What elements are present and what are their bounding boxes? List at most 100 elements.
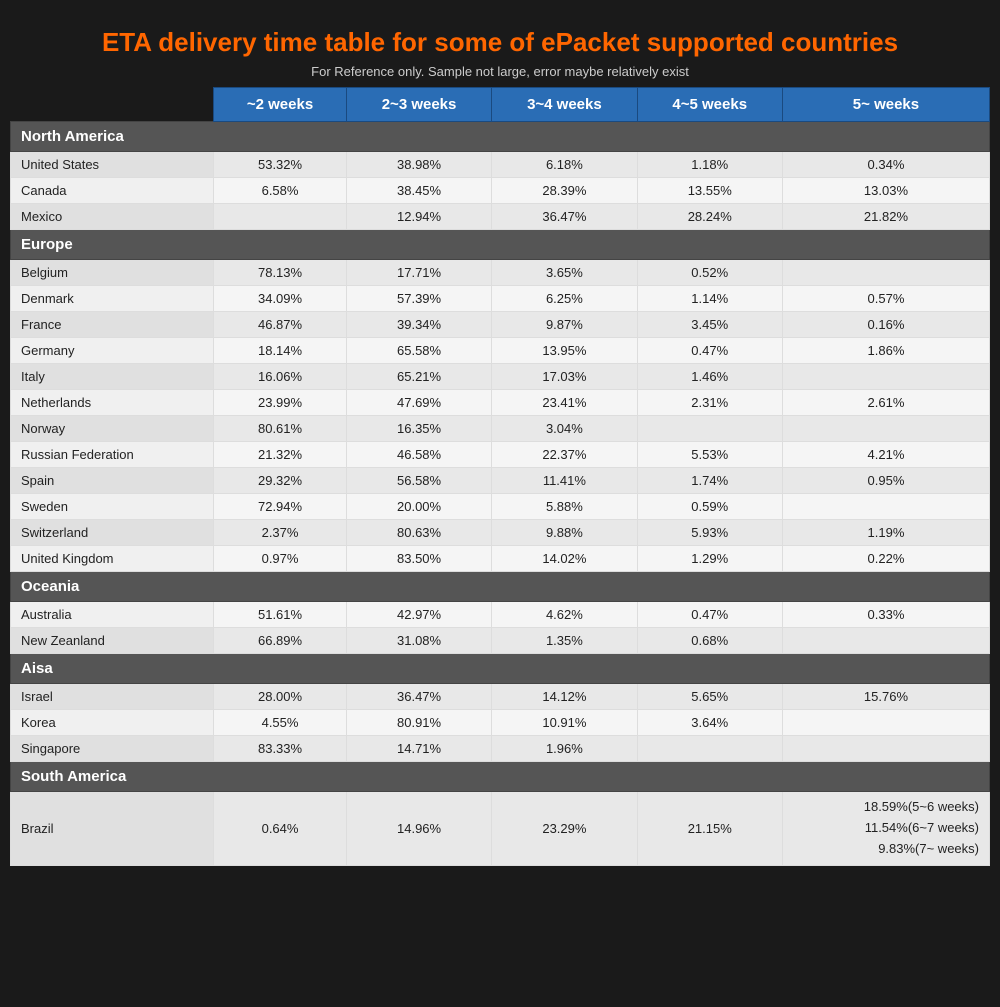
data-cell: 0.47% [637, 602, 782, 628]
data-cell: 80.91% [346, 710, 491, 736]
data-cell: 3.65% [492, 260, 637, 286]
country-cell: Norway [11, 416, 214, 442]
data-cell: 83.50% [346, 546, 491, 572]
data-cell: 2.31% [637, 390, 782, 416]
data-cell: 14.71% [346, 736, 491, 762]
data-cell: 18.14% [214, 338, 347, 364]
data-cell: 0.64% [214, 792, 347, 865]
data-cell: 0.34% [782, 152, 989, 178]
country-cell: Mexico [11, 204, 214, 230]
data-cell: 47.69% [346, 390, 491, 416]
table-row: Canada6.58%38.45%28.39%13.55%13.03% [11, 178, 990, 204]
table-row: Italy16.06%65.21%17.03%1.46% [11, 364, 990, 390]
country-cell: Germany [11, 338, 214, 364]
data-cell [782, 710, 989, 736]
data-cell: 6.58% [214, 178, 347, 204]
data-cell: 5.65% [637, 684, 782, 710]
country-cell: Italy [11, 364, 214, 390]
table-row: United Kingdom0.97%83.50%14.02%1.29%0.22… [11, 546, 990, 572]
data-cell [637, 416, 782, 442]
country-cell: United Kingdom [11, 546, 214, 572]
data-cell: 78.13% [214, 260, 347, 286]
data-cell: 4.55% [214, 710, 347, 736]
col-5weeks: 5~ weeks [782, 88, 989, 122]
data-cell: 13.55% [637, 178, 782, 204]
table-row: Brazil0.64%14.96%23.29%21.15%18.59%(5~6 … [11, 792, 990, 865]
data-cell: 1.18% [637, 152, 782, 178]
table-row: Sweden72.94%20.00%5.88%0.59% [11, 494, 990, 520]
table-row: Spain29.32%56.58%11.41%1.74%0.95% [11, 468, 990, 494]
header: ETA delivery time table for some of ePac… [10, 11, 990, 87]
data-cell: 0.22% [782, 546, 989, 572]
main-title: ETA delivery time table for some of ePac… [20, 26, 980, 60]
data-cell: 12.94% [346, 204, 491, 230]
main-container: H&JOY ETA delivery time table for some o… [10, 11, 990, 865]
data-cell: 0.16% [782, 312, 989, 338]
country-cell: United States [11, 152, 214, 178]
data-cell: 28.39% [492, 178, 637, 204]
table-row: United States53.32%38.98%6.18%1.18%0.34% [11, 152, 990, 178]
region-row: Oceania [11, 572, 990, 602]
data-cell: 1.35% [492, 628, 637, 654]
data-cell: 1.19% [782, 520, 989, 546]
country-cell: Singapore [11, 736, 214, 762]
data-cell [214, 204, 347, 230]
country-cell: Denmark [11, 286, 214, 312]
data-cell: 17.03% [492, 364, 637, 390]
data-cell: 65.58% [346, 338, 491, 364]
data-cell: 13.95% [492, 338, 637, 364]
table-row: Germany18.14%65.58%13.95%0.47%1.86% [11, 338, 990, 364]
data-cell: 17.71% [346, 260, 491, 286]
data-cell: 0.33% [782, 602, 989, 628]
region-row: North America [11, 122, 990, 152]
data-cell: 5.93% [637, 520, 782, 546]
data-cell: 20.00% [346, 494, 491, 520]
data-cell: 66.89% [214, 628, 347, 654]
table-row: Singapore83.33%14.71%1.96% [11, 736, 990, 762]
data-cell: 3.45% [637, 312, 782, 338]
data-cell: 36.47% [346, 684, 491, 710]
data-cell: 21.32% [214, 442, 347, 468]
table-row: Belgium78.13%17.71%3.65%0.52% [11, 260, 990, 286]
table-row: France46.87%39.34%9.87%3.45%0.16% [11, 312, 990, 338]
country-cell: France [11, 312, 214, 338]
data-cell: 0.97% [214, 546, 347, 572]
table-row: Australia51.61%42.97%4.62%0.47%0.33% [11, 602, 990, 628]
data-cell: 53.32% [214, 152, 347, 178]
column-headers: ~2 weeks 2~3 weeks 3~4 weeks 4~5 weeks 5… [11, 88, 990, 122]
data-cell: 6.18% [492, 152, 637, 178]
data-cell: 34.09% [214, 286, 347, 312]
data-cell: 13.03% [782, 178, 989, 204]
data-cell: 57.39% [346, 286, 491, 312]
data-cell: 51.61% [214, 602, 347, 628]
data-cell [782, 736, 989, 762]
data-cell: 0.57% [782, 286, 989, 312]
data-cell: 80.63% [346, 520, 491, 546]
data-cell: 14.12% [492, 684, 637, 710]
col-2weeks: ~2 weeks [214, 88, 347, 122]
country-cell: Australia [11, 602, 214, 628]
data-cell: 22.37% [492, 442, 637, 468]
data-cell: 18.59%(5~6 weeks)11.54%(6~7 weeks)9.83%(… [782, 792, 989, 865]
data-cell: 39.34% [346, 312, 491, 338]
data-cell: 38.98% [346, 152, 491, 178]
data-cell: 23.99% [214, 390, 347, 416]
data-cell: 83.33% [214, 736, 347, 762]
data-cell: 1.14% [637, 286, 782, 312]
data-cell: 38.45% [346, 178, 491, 204]
data-cell: 1.96% [492, 736, 637, 762]
data-cell: 15.76% [782, 684, 989, 710]
table-row: Mexico12.94%36.47%28.24%21.82% [11, 204, 990, 230]
table-row: New Zeanland66.89%31.08%1.35%0.68% [11, 628, 990, 654]
table-row: Netherlands23.99%47.69%23.41%2.31%2.61% [11, 390, 990, 416]
data-cell: 6.25% [492, 286, 637, 312]
data-cell: 14.02% [492, 546, 637, 572]
country-cell: Belgium [11, 260, 214, 286]
data-cell: 28.00% [214, 684, 347, 710]
title-highlight: ePacket [541, 27, 639, 57]
data-cell: 10.91% [492, 710, 637, 736]
data-cell: 0.95% [782, 468, 989, 494]
eta-table: ~2 weeks 2~3 weeks 3~4 weeks 4~5 weeks 5… [10, 87, 990, 865]
table-row: Denmark34.09%57.39%6.25%1.14%0.57% [11, 286, 990, 312]
data-cell: 0.68% [637, 628, 782, 654]
